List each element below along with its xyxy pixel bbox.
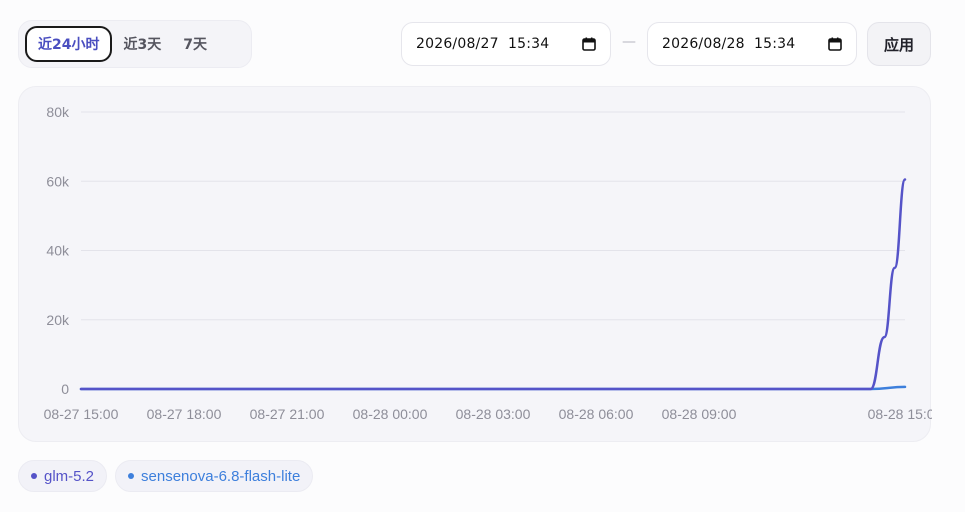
usage-chart-panel: 0 20k 40k 60k 80k 08-27 15:00 08-27 18:00 08-27…: [18, 86, 932, 442]
x-tick-label: 08-28 15:00: [868, 406, 932, 422]
legend-dot-icon: [128, 473, 135, 479]
y-tick-label: 40k: [46, 243, 70, 259]
x-tick-label: 08-27 15:00: [44, 406, 119, 422]
tab-7d[interactable]: 7天: [172, 26, 218, 62]
usage-line-chart: 0 20k 40k 60k 80k 08-27 15:00 08-27 18:00 08-27…: [44, 104, 932, 422]
tab-3d[interactable]: 近3天: [112, 26, 172, 62]
time-range-tabs: 近24小时 近3天 7天: [18, 20, 252, 68]
legend-label: sensenova-6.8-flash-lite: [141, 467, 301, 485]
calendar-icon[interactable]: [582, 37, 596, 51]
usage-dashboard: 近24小时 近3天 7天 2026/08/27 15:34 — 2026/08/…: [0, 0, 965, 512]
y-tick-label: 80k: [46, 104, 70, 120]
start-datetime-value: 2026/08/27 15:34: [416, 36, 550, 52]
x-tick-label: 08-27 21:00: [250, 406, 325, 422]
chart-legend: glm-5.2 sensenova-6.8-flash-lite: [18, 460, 314, 492]
y-tick-label: 60k: [46, 173, 70, 189]
x-tick-label: 08-28 00:00: [353, 406, 428, 422]
y-tick-label: 20k: [46, 312, 70, 328]
legend-label: glm-5.2: [44, 467, 95, 485]
y-tick-label: 0: [61, 381, 69, 397]
legend-item[interactable]: sensenova-6.8-flash-lite: [115, 460, 314, 492]
series-line-glm[interactable]: [79, 178, 907, 391]
end-datetime-value: 2026/08/28 15:34: [662, 36, 796, 52]
date-separator: —: [622, 34, 636, 50]
x-tick-label: 08-27 18:00: [147, 406, 222, 422]
tab-24h[interactable]: 近24小时: [25, 26, 113, 62]
x-tick-label: 08-28 06:00: [559, 406, 634, 422]
start-datetime-input[interactable]: 2026/08/27 15:34: [401, 22, 611, 66]
x-tick-label: 08-28 09:00: [662, 406, 737, 422]
x-tick-label: 08-28 03:00: [456, 406, 531, 422]
calendar-icon[interactable]: [828, 37, 842, 51]
legend-dot-icon: [31, 473, 37, 479]
apply-button[interactable]: 应用: [867, 22, 931, 66]
legend-item[interactable]: glm-5.2: [18, 460, 108, 492]
end-datetime-input[interactable]: 2026/08/28 15:34: [647, 22, 857, 66]
